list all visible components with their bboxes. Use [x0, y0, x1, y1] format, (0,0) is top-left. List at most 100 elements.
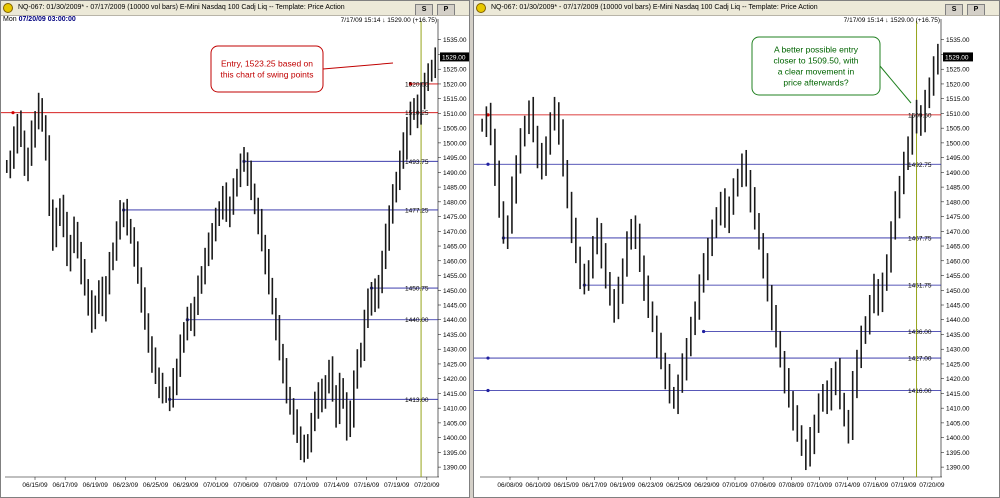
y-tick-label: 1525.00: [946, 67, 970, 74]
x-tick-label: 06/17/09: [582, 482, 608, 489]
y-tick-label: 1460.00: [946, 258, 970, 265]
y-tick-label: 1480.00: [443, 199, 467, 206]
y-tick-label: 1505.00: [443, 126, 467, 133]
last-price-label: 1529.00: [945, 54, 969, 61]
level-label: 1427.00: [908, 356, 932, 363]
x-tick-label: 06/19/09: [83, 482, 109, 489]
y-tick-label: 1395.00: [946, 450, 970, 457]
x-tick-label: 07/10/09: [294, 482, 320, 489]
y-tick-label: 1445.00: [946, 303, 970, 310]
y-tick-label: 1465.00: [946, 244, 970, 251]
callout-text-line: Entry, 1523.25 based on: [221, 59, 313, 69]
x-tick-label: 07/20/09: [414, 482, 440, 489]
y-tick-label: 1425.00: [946, 361, 970, 368]
y-tick-label: 1500.00: [443, 140, 467, 147]
y-tick-label: 1475.00: [443, 214, 467, 221]
y-tick-label: 1415.00: [946, 391, 970, 398]
y-tick-label: 1405.00: [443, 420, 467, 427]
level-dot: [486, 388, 490, 393]
y-tick-label: 1420.00: [443, 376, 467, 383]
y-tick-label: 1425.00: [443, 361, 467, 368]
x-tick-label: 06/23/09: [113, 482, 139, 489]
x-tick-label: 07/19/09: [891, 482, 917, 489]
callout-text-line: this chart of swing points: [220, 70, 313, 80]
level-dot: [486, 356, 490, 360]
y-tick-label: 1535.00: [443, 37, 467, 44]
y-tick-label: 1490.00: [946, 170, 970, 177]
y-tick-label: 1410.00: [946, 406, 970, 413]
y-tick-label: 1430.00: [946, 347, 970, 354]
level-label: 1477.25: [405, 207, 429, 214]
x-tick-label: 06/10/09: [525, 482, 551, 489]
x-tick-label: 07/01/09: [722, 482, 748, 489]
chart-window-left: NQ-067: 01/30/2009* - 07/17/2009 (10000 …: [0, 0, 470, 498]
y-tick-label: 1525.00: [443, 67, 467, 74]
x-tick-label: 06/08/09: [497, 482, 523, 489]
x-tick-label: 07/01/09: [203, 482, 229, 489]
y-tick-label: 1445.00: [443, 303, 467, 310]
level-dot: [486, 162, 490, 166]
y-tick-label: 1470.00: [946, 229, 970, 236]
level-label: 1451.75: [908, 283, 932, 290]
x-tick-label: 06/23/09: [638, 482, 664, 489]
callout-pointer: [322, 62, 394, 70]
y-tick-label: 1485.00: [443, 185, 467, 192]
chart-window-right: NQ-067: 01/30/2009* - 07/17/2009 (10000 …: [473, 0, 1000, 498]
x-tick-label: 07/14/09: [835, 482, 861, 489]
y-tick-label: 1405.00: [946, 420, 970, 427]
callout-text-line: a clear movement in: [778, 67, 855, 77]
x-tick-label: 06/25/09: [666, 482, 692, 489]
callout-text-line: price afterwards?: [783, 78, 848, 88]
y-tick-label: 1475.00: [946, 214, 970, 221]
level-label: 1436.00: [908, 329, 932, 336]
y-tick-label: 1415.00: [443, 391, 467, 398]
y-tick-label: 1515.00: [443, 96, 467, 103]
x-tick-label: 07/06/09: [233, 482, 259, 489]
y-tick-label: 1470.00: [443, 229, 467, 236]
x-tick-label: 07/16/09: [354, 482, 380, 489]
price-chart-left[interactable]: 1390.00 1395.00 1400.00 1405.00 1410.00 1415.…: [1, 1, 470, 498]
y-tick-label: 1520.00: [443, 81, 467, 88]
y-tick-label: 1480.00: [946, 199, 970, 206]
y-tick-label: 1485.00: [946, 185, 970, 192]
x-tick-label: 06/19/09: [610, 482, 636, 489]
y-tick-label: 1400.00: [443, 435, 467, 442]
x-tick-label: 07/19/09: [384, 482, 410, 489]
y-tick-label: 1450.00: [443, 288, 467, 295]
last-trade-info: 7/17/09 15:14 ↓ 1529.00 (+16.75): [341, 17, 437, 24]
x-tick-label: 06/29/09: [173, 482, 199, 489]
x-tick-label: 07/20/09: [919, 482, 945, 489]
y-tick-label: 1510.00: [443, 111, 467, 118]
y-tick-label: 1505.00: [946, 126, 970, 133]
y-tick-label: 1410.00: [443, 406, 467, 413]
last-price-label: 1529.00: [442, 54, 466, 61]
y-tick-label: 1420.00: [946, 376, 970, 383]
y-tick-label: 1495.00: [946, 155, 970, 162]
x-tick-label: 06/29/09: [694, 482, 720, 489]
y-tick-label: 1390.00: [443, 465, 467, 472]
x-tick-label: 06/17/09: [52, 482, 78, 489]
y-tick-label: 1440.00: [443, 317, 467, 324]
y-tick-label: 1465.00: [443, 244, 467, 251]
x-tick-label: 07/08/09: [779, 482, 805, 489]
y-tick-label: 1495.00: [443, 155, 467, 162]
callout-text-line: A better possible entry: [774, 45, 859, 55]
x-tick-label: 06/15/09: [22, 482, 48, 489]
y-tick-label: 1430.00: [443, 347, 467, 354]
y-tick-label: 1520.00: [946, 81, 970, 88]
y-tick-label: 1395.00: [443, 450, 467, 457]
y-tick-label: 1435.00: [946, 332, 970, 339]
x-tick-label: 07/08/09: [263, 482, 289, 489]
x-tick-label: 07/10/09: [807, 482, 833, 489]
y-tick-label: 1500.00: [946, 140, 970, 147]
level-label: 1440.00: [405, 317, 429, 324]
price-chart-right[interactable]: 1390.00 1395.00 1400.00 1405.00 1410.00 1415.…: [474, 1, 1000, 498]
level-label: 1493.75: [405, 159, 429, 166]
x-tick-label: 07/14/09: [324, 482, 350, 489]
y-tick-label: 1460.00: [443, 258, 467, 265]
callout-pointer: [879, 65, 912, 104]
y-tick-label: 1455.00: [443, 273, 467, 280]
y-tick-label: 1490.00: [443, 170, 467, 177]
y-tick-label: 1440.00: [946, 317, 970, 324]
level-label: 1413.00: [405, 397, 429, 404]
